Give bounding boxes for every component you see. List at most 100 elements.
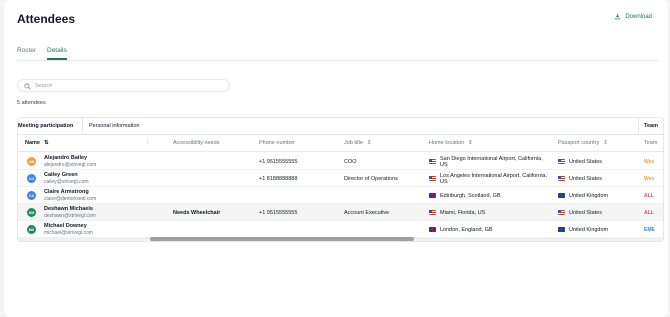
col-home[interactable]: Home location ⇕ bbox=[429, 140, 473, 146]
team-badge: Wes bbox=[644, 158, 655, 165]
passport-country: United States bbox=[569, 175, 603, 182]
home-cell: San Diego International Airport, Califor… bbox=[429, 153, 547, 170]
scrollbar-thumb[interactable] bbox=[150, 237, 414, 241]
passport-country: United Kingdom bbox=[569, 226, 609, 233]
home-location: San Diego International Airport, Califor… bbox=[440, 155, 543, 168]
attendee-email: cailey@strivegl.com bbox=[44, 179, 89, 185]
tab-details[interactable]: Details bbox=[47, 47, 67, 60]
passport-cell: United Kingdom bbox=[558, 187, 608, 204]
flag-icon bbox=[558, 227, 565, 232]
team-badge: EME bbox=[644, 226, 655, 233]
phone-cell: +1 9515555555 bbox=[259, 209, 298, 216]
passport-cell: United States bbox=[558, 204, 602, 221]
passport-cell: United States bbox=[558, 153, 602, 170]
home-location: Edinburgh, Scotland, GB bbox=[440, 192, 501, 199]
attendee-name[interactable]: Claire Armstrong bbox=[44, 189, 89, 195]
download-icon bbox=[615, 13, 621, 20]
sort-icon[interactable]: ⇅ bbox=[44, 140, 49, 146]
flag-icon bbox=[558, 210, 565, 215]
attendee-email: claire@dentonsedi.com bbox=[44, 196, 97, 202]
home-location: London, England, GB bbox=[440, 226, 493, 233]
sort-icon[interactable]: ⇕ bbox=[367, 140, 372, 146]
attendee-count: 5 attendees bbox=[17, 100, 46, 106]
attendee-name[interactable]: Alejandro Bailey bbox=[44, 155, 87, 161]
flag-icon bbox=[558, 193, 565, 198]
flag-icon bbox=[558, 159, 565, 164]
phone-cell: +1 9515555555 bbox=[259, 158, 298, 165]
passport-cell: United States bbox=[558, 170, 602, 187]
column-menu-icon[interactable]: ⋮ bbox=[145, 140, 151, 146]
tab-bar: Roster Details bbox=[17, 44, 658, 61]
download-label: Download bbox=[625, 13, 652, 20]
attendee-name[interactable]: Deshawn Michaels bbox=[44, 206, 93, 212]
table-row[interactable]: CG Cailey Green cailey@strivegl.com +1 8188… bbox=[18, 170, 663, 187]
avatar: MD bbox=[27, 225, 36, 234]
job-cell: COO bbox=[344, 158, 357, 165]
attendee-name[interactable]: Cailey Green bbox=[44, 172, 78, 178]
avatar: AB bbox=[27, 157, 36, 166]
home-cell: Los Angeles International Airport, Calif… bbox=[429, 170, 547, 187]
home-cell: Miami, Florida, US bbox=[429, 204, 547, 221]
team-badge: ALL bbox=[644, 192, 654, 199]
flag-icon bbox=[429, 227, 436, 232]
home-location: Los Angeles International Airport, Calif… bbox=[440, 172, 548, 185]
search-icon bbox=[24, 83, 31, 90]
avatar-initials: CG bbox=[28, 176, 35, 181]
col-name-label: Name bbox=[25, 140, 40, 146]
search-box bbox=[17, 79, 230, 92]
page-title: Attendees bbox=[17, 12, 76, 26]
horizontal-scrollbar[interactable] bbox=[18, 237, 663, 241]
attendee-email: michael@strivegl.com bbox=[44, 230, 93, 236]
download-button[interactable]: Download bbox=[614, 13, 652, 20]
avatar-initials: DM bbox=[28, 210, 35, 215]
avatar: CG bbox=[27, 174, 36, 183]
table-row[interactable]: MD Michael Downey michael@strivegl.com Lond… bbox=[18, 221, 663, 238]
page: Attendees Download Roster Details 5 atte… bbox=[4, 0, 668, 317]
more-options-icon[interactable]: ⋮ bbox=[662, 123, 663, 130]
col-home-label: Home location bbox=[429, 140, 465, 146]
group-team[interactable]: Team bbox=[644, 123, 658, 129]
col-job[interactable]: Job title ⇕ bbox=[344, 140, 372, 146]
attendee-name[interactable]: Michael Downey bbox=[44, 223, 87, 229]
home-cell: Edinburgh, Scotland, GB bbox=[429, 187, 547, 204]
avatar: DM bbox=[27, 208, 36, 217]
accessibility-cell: Needs Wheelchair bbox=[173, 209, 221, 216]
sort-icon[interactable]: ⇕ bbox=[468, 140, 473, 146]
flag-icon bbox=[429, 193, 436, 198]
sort-icon[interactable]: ⇕ bbox=[603, 140, 608, 146]
col-name[interactable]: Name ⇅ bbox=[25, 140, 49, 146]
group-meeting-participation[interactable]: Meeting participation bbox=[18, 123, 73, 129]
passport-cell: United Kingdom bbox=[558, 221, 608, 238]
col-passport[interactable]: Passport country ⇕ bbox=[558, 140, 608, 146]
home-cell: London, England, GB bbox=[429, 221, 547, 238]
job-cell: Director of Operations bbox=[344, 175, 398, 182]
group-personal-information[interactable]: Personal information bbox=[89, 123, 139, 129]
flag-icon bbox=[429, 210, 436, 215]
column-header-row: Name ⇅ ⋮ Accessibility needs Phone number… bbox=[18, 135, 663, 152]
tab-roster[interactable]: Roster bbox=[17, 47, 36, 54]
attendee-email: alejandro@strivegl.com bbox=[44, 162, 97, 168]
avatar-initials: AB bbox=[28, 159, 35, 164]
group-divider bbox=[638, 118, 639, 135]
flag-icon bbox=[558, 176, 565, 181]
home-location: Miami, Florida, US bbox=[440, 209, 486, 216]
group-divider bbox=[82, 118, 83, 135]
avatar-initials: MD bbox=[28, 227, 35, 232]
col-accessibility[interactable]: Accessibility needs bbox=[173, 140, 219, 146]
column-group-row: Meeting participation Personal informati… bbox=[18, 118, 663, 135]
job-cell: Account Executive bbox=[344, 209, 390, 216]
team-badge: ALL bbox=[644, 209, 654, 216]
team-badge: Wes bbox=[644, 175, 655, 182]
phone-cell: +1 8188888888 bbox=[259, 175, 298, 182]
flag-icon bbox=[429, 176, 436, 181]
col-team[interactable]: Team bbox=[644, 140, 657, 146]
search-input[interactable] bbox=[35, 81, 225, 91]
attendee-table: Meeting participation Personal informati… bbox=[17, 117, 664, 242]
passport-country: United Kingdom bbox=[569, 192, 609, 199]
table-row[interactable]: AB Alejandro Bailey alejandro@strivegl.com… bbox=[18, 153, 663, 170]
passport-country: United States bbox=[569, 158, 603, 165]
table-row[interactable]: CA Claire Armstrong claire@dentonsedi.com E… bbox=[18, 187, 663, 204]
col-phone[interactable]: Phone number bbox=[259, 140, 295, 146]
avatar: CA bbox=[27, 191, 36, 200]
table-row[interactable]: DM Deshawn Michaels deshawn@strivegl.com Ne… bbox=[18, 204, 663, 221]
